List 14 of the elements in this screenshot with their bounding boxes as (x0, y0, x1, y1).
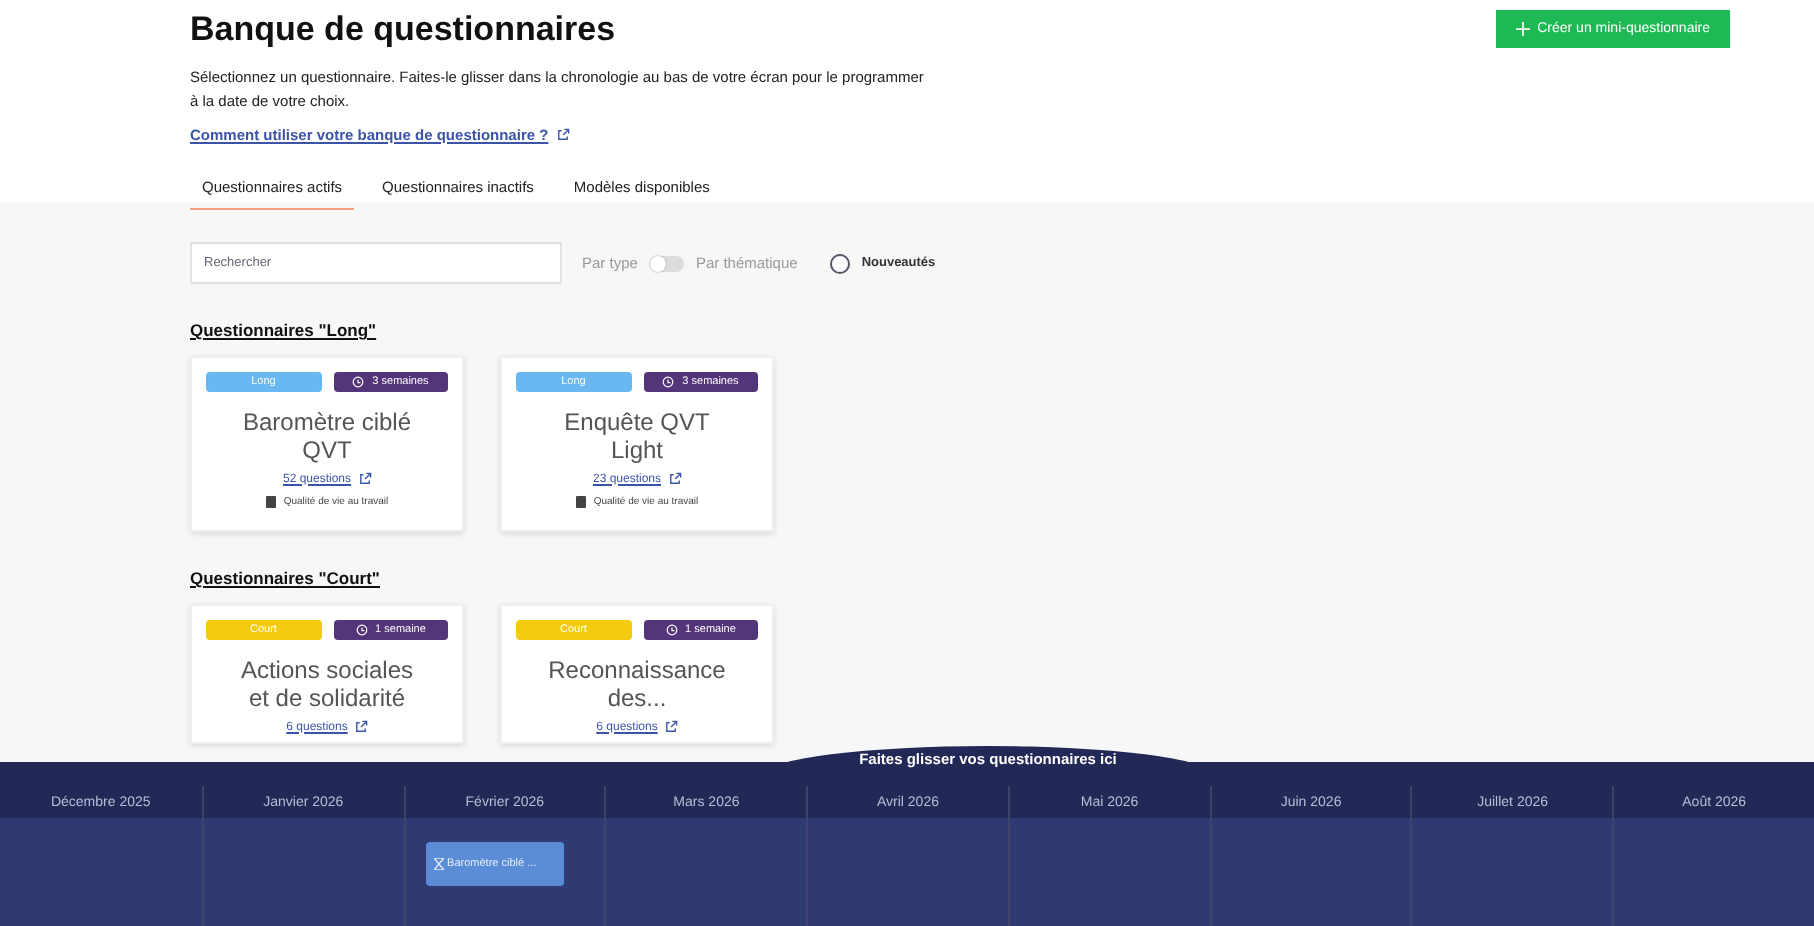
external-link-icon (556, 128, 571, 142)
radio-button[interactable] (829, 253, 850, 273)
card-title: Enquête QVT Light (562, 408, 712, 464)
section-title: Questionnaires "Long" (190, 320, 379, 340)
book-icon (575, 496, 586, 508)
card-title: Reconnaissance des... (546, 656, 728, 712)
hourglass-icon (433, 858, 444, 870)
book-icon (265, 496, 276, 508)
plus-icon (1515, 22, 1530, 36)
page-title: Banque de questionnaires (190, 10, 616, 50)
toggle-switch[interactable] (649, 255, 684, 271)
card-title: Actions sociales et de solidarité (238, 656, 416, 712)
section-title: Questionnaires "Court" (190, 568, 382, 588)
card-title: Baromètre ciblé QVT (240, 408, 414, 464)
